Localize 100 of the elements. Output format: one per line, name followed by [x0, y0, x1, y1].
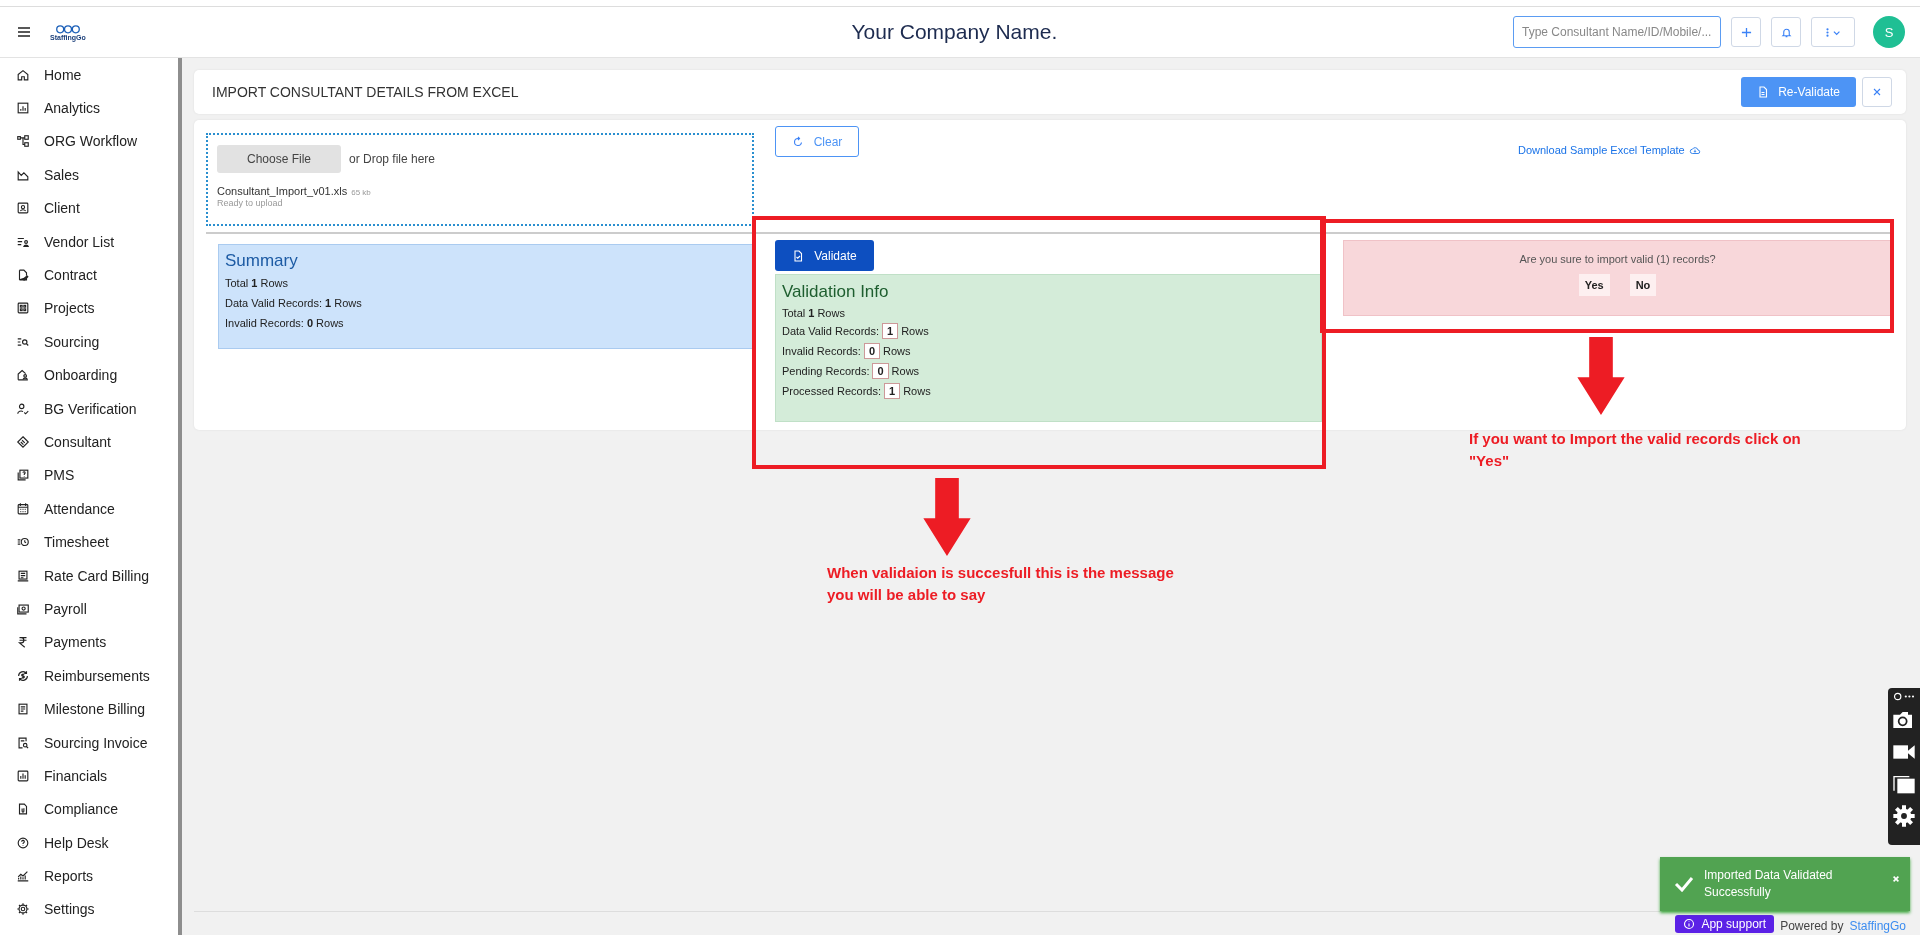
search-field[interactable]: Type Consultant Name/ID/Mobile/...	[1513, 16, 1721, 48]
info-icon	[1683, 918, 1696, 930]
plus-icon	[1740, 26, 1752, 38]
checkmark-icon	[1674, 876, 1694, 892]
settings-button[interactable]	[1891, 803, 1917, 829]
question-board-icon	[16, 468, 30, 483]
id-card-icon	[16, 201, 30, 216]
sidebar-item[interactable]: Timesheet	[0, 525, 178, 559]
file-name: Consultant_Import_v01.xls	[217, 185, 348, 197]
summary-title: Summary	[225, 251, 299, 271]
document-lines-icon	[16, 702, 30, 717]
sidebar-item[interactable]: Onboarding	[0, 358, 178, 392]
yes-button[interactable]: Yes	[1578, 274, 1610, 296]
sidebar-item[interactable]: Payroll	[0, 592, 178, 626]
annotation-note: If you want to Import the valid records click on "Yes"	[1469, 429, 1802, 471]
sidebar-item[interactable]: Projects	[0, 291, 178, 326]
record-label: Processed Records:	[782, 385, 882, 397]
powered-by-text: Powered by	[1780, 919, 1844, 933]
workflow-icon	[16, 134, 30, 149]
record-label: Invalid Records:	[782, 345, 861, 357]
annotation-note: When validaion is succesfull this is the message you will be able to say	[827, 563, 1175, 605]
sidebar-item[interactable]: Milestone Billing	[0, 692, 178, 726]
sidebar-item[interactable]: Contract	[0, 258, 178, 292]
gear-icon	[16, 902, 30, 917]
record-count: 1	[882, 323, 899, 339]
sidebar-item[interactable]: Compliance	[0, 792, 178, 826]
choose-file-button[interactable]: Choose File	[217, 145, 341, 173]
sidebar-item[interactable]: Analytics	[0, 91, 178, 125]
close-icon	[1872, 87, 1882, 97]
sidebar-item[interactable]: Sourcing Invoice	[0, 725, 178, 760]
rings-logo-icon	[54, 23, 81, 34]
grid-icon	[16, 301, 30, 316]
question-circle-icon	[16, 835, 30, 850]
user-check-icon	[16, 401, 30, 416]
record-count: 1	[884, 383, 901, 399]
document-pen-icon	[16, 268, 30, 283]
sidebar-item[interactable]: Payments	[0, 625, 178, 660]
page-title: IMPORT CONSULTANT DETAILS FROM EXCEL	[212, 84, 520, 100]
drop-hint: or Drop file here	[349, 152, 436, 166]
document-icon	[1757, 86, 1770, 98]
toast-message: Imported Data Validated Successfully	[1704, 867, 1834, 901]
calendar-icon	[16, 501, 30, 516]
cloud-icon	[1688, 145, 1701, 155]
document-check-icon	[792, 249, 805, 262]
settings-icon	[1892, 804, 1916, 828]
sidebar-item[interactable]: PMS	[0, 458, 178, 493]
summary-line: Total 1 Rows	[225, 277, 289, 289]
rows-label: Rows	[901, 325, 929, 337]
no-button[interactable]: No	[1629, 274, 1657, 296]
record-label: Data Valid Records:	[782, 325, 879, 337]
company-name: Your Company Name.	[850, 20, 1059, 44]
tag-icon	[16, 435, 30, 449]
sidebar-item[interactable]: ORG Workflow	[0, 124, 178, 159]
validate-button[interactable]: Validate	[775, 240, 874, 271]
sidebar-item[interactable]: Help Desk	[0, 826, 178, 860]
rows-label: Rows	[903, 385, 931, 397]
sidebar-item[interactable]: Reports	[0, 859, 178, 893]
app-support-button[interactable]: App support	[1675, 915, 1775, 933]
sidebar-item[interactable]: Attendance	[0, 492, 178, 526]
record-label: Pending Records:	[782, 365, 870, 377]
download-template-link[interactable]: Download Sample Excel Template	[1518, 144, 1701, 156]
validation-info-title: Validation Info	[782, 282, 890, 302]
sidebar-item[interactable]: Reimbursements	[0, 659, 178, 693]
rupee-icon	[16, 635, 30, 650]
validation-line: Total 1 Rows	[782, 307, 846, 319]
summary-line: Data Valid Records: 1 Rows	[225, 297, 363, 309]
sidebar-item[interactable]: Consultant	[0, 425, 178, 459]
sidebar-item[interactable]: Client	[0, 191, 178, 225]
refresh-icon	[791, 135, 804, 148]
document-search-icon	[16, 735, 30, 750]
file-dropzone[interactable]: Choose File or Drop file here Consultant_Import_v01.xls 65 kb Ready to upload	[206, 133, 754, 226]
upload-status: Ready to upload	[217, 198, 284, 208]
sidebar-item[interactable]: Vendor List	[0, 224, 178, 259]
record-count: 0	[863, 343, 880, 359]
sidebar-item[interactable]: Financials	[0, 759, 178, 793]
rows-label: Rows	[891, 365, 920, 377]
sidebar-item[interactable]: Rate Card Billing	[0, 558, 178, 593]
rows-label: Rows	[883, 345, 911, 357]
banknote-icon	[16, 601, 30, 616]
sidebar-item[interactable]: BG Verification	[0, 391, 178, 426]
notifications-button[interactable]	[1771, 17, 1801, 47]
house-user-icon	[16, 368, 30, 383]
sidebar-item[interactable]: Sourcing	[0, 325, 178, 359]
line-chart-icon	[16, 869, 30, 884]
record-count: 0	[872, 363, 889, 379]
home-icon	[16, 67, 30, 82]
receipt-icon	[16, 568, 30, 583]
confirm-question: Are you sure to import valid (1) records?	[1519, 253, 1716, 265]
chart-icon	[16, 101, 30, 116]
sidebar-item[interactable]: Home	[0, 58, 178, 92]
bell-icon	[1780, 26, 1792, 38]
document-clip-icon	[16, 802, 30, 817]
close-icon	[1892, 875, 1900, 883]
sidebar-item[interactable]: Sales	[0, 158, 178, 192]
menu-icon	[16, 24, 32, 40]
refresh-dollar-icon	[16, 668, 30, 683]
file-size: 65 kb	[351, 188, 371, 197]
bar-chart-icon	[16, 768, 30, 783]
summary-line: Invalid Records: 0 Rows	[225, 317, 345, 329]
sidebar-item[interactable]: Settings	[0, 892, 178, 927]
